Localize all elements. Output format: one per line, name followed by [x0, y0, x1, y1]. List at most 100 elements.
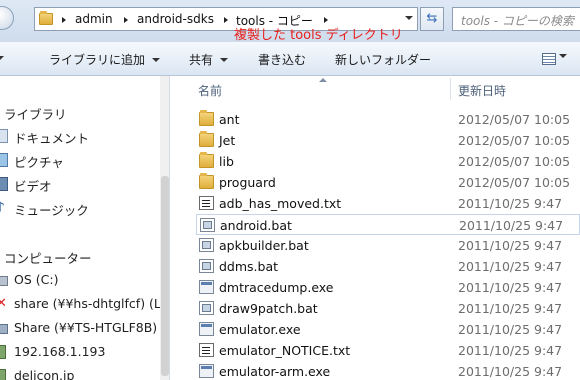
file-row[interactable]: draw9patch.bat 2011/10/25 9:47	[196, 298, 580, 319]
nav-scrollbar-thumb[interactable]	[161, 176, 169, 376]
column-header-date[interactable]: 更新日時	[458, 82, 506, 99]
batch-file-icon	[199, 301, 214, 315]
file-name: emulator-arm.exe	[219, 364, 331, 379]
file-modified-date: 2012/05/07 10:05	[458, 154, 571, 169]
nav-item-label: 192.168.1.193	[14, 344, 106, 359]
file-list-pane: 名前 更新日時 ant 2012/05/07 10:05 Jet 2012/05/07…	[170, 76, 580, 380]
breadcrumb-admin[interactable]: admin	[75, 12, 113, 26]
file-name: dmtracedump.exe	[219, 280, 334, 295]
add-to-library-label: ライブラリに追加	[49, 53, 146, 67]
file-modified-date: 2012/05/07 10:05	[458, 175, 571, 190]
file-row[interactable]: ddms.bat 2011/10/25 9:47	[196, 256, 580, 277]
chevron-down-icon	[559, 54, 567, 58]
breadcrumb-separator-icon[interactable]	[124, 17, 128, 23]
search-placeholder: tools - コピーの検索	[461, 14, 574, 28]
file-modified-date: 2011/10/25 9:47	[459, 218, 564, 233]
nav-scrollbar[interactable]	[160, 76, 169, 380]
file-name: emulator_NOTICE.txt	[219, 343, 351, 358]
file-row[interactable]: ant 2012/05/07 10:05	[196, 109, 580, 130]
address-bar-row: admin android-sdks tools - コピー ⇆ tools -…	[0, 0, 580, 43]
file-row[interactable]: emulator-arm.exe 2011/10/25 9:47	[196, 361, 580, 380]
nav-item-label: OS (C:)	[14, 272, 59, 287]
file-name: adb_has_moved.txt	[219, 196, 342, 211]
pictures-icon	[0, 153, 8, 167]
sort-ascending-icon	[319, 78, 327, 82]
file-modified-date: 2011/10/25 9:47	[458, 259, 563, 274]
file-row[interactable]: dmtracedump.exe 2011/10/25 9:47	[196, 277, 580, 298]
chevron-down-icon	[152, 58, 161, 62]
search-box[interactable]: tools - コピーの検索	[452, 7, 580, 31]
network-drive-icon	[0, 324, 8, 334]
back-button[interactable]	[0, 6, 14, 30]
videos-icon	[0, 177, 8, 191]
file-row[interactable]: apkbuilder.bat 2011/10/25 9:47	[196, 235, 580, 256]
file-modified-date: 2011/10/25 9:47	[458, 301, 563, 316]
file-row[interactable]: Jet 2012/05/07 10:05	[196, 130, 580, 151]
nav-item-label: Share (¥¥TS-HTGLF8B) (	[14, 320, 167, 335]
exe-file-icon	[199, 280, 214, 294]
refresh-button[interactable]: ⇆	[420, 7, 444, 31]
file-modified-date: 2011/10/25 9:47	[458, 280, 563, 295]
nav-item-label: delicon.jp	[14, 368, 75, 380]
column-divider[interactable]	[450, 78, 451, 100]
breadcrumb-separator-icon[interactable]	[224, 17, 228, 23]
burn-button[interactable]: 書き込む	[258, 51, 306, 68]
column-header-row: 名前 更新日時	[170, 76, 580, 102]
breadcrumb-android-sdks[interactable]: android-sdks	[137, 12, 214, 26]
file-modified-date: 2011/10/25 9:47	[458, 196, 563, 211]
hard-drive-icon	[0, 276, 8, 286]
file-row[interactable]: adb_has_moved.txt 2011/10/25 9:47	[196, 193, 580, 214]
breadcrumb-separator-icon[interactable]	[62, 17, 66, 23]
add-to-library-button[interactable]: ライブラリに追加	[49, 51, 161, 68]
folder-icon	[199, 173, 214, 189]
nav-item-label: ミュージック	[14, 203, 89, 218]
command-toolbar: ライブラリに追加 共有 書き込む 新しいフォルダー	[0, 42, 580, 76]
file-name: android.bat	[220, 218, 292, 233]
folder-icon	[199, 131, 214, 147]
new-folder-button[interactable]: 新しいフォルダー	[335, 51, 431, 68]
column-header-name[interactable]: 名前	[198, 82, 222, 99]
documents-icon	[0, 129, 8, 143]
nav-computer-label: コンピューター	[4, 251, 92, 266]
nav-item-label: ビデオ	[14, 179, 52, 194]
file-name: proguard	[219, 175, 276, 190]
file-row[interactable]: proguard 2012/05/07 10:05	[196, 172, 580, 193]
file-modified-date: 2011/10/25 9:47	[458, 343, 563, 358]
organize-caret-icon[interactable]	[0, 51, 4, 65]
file-row[interactable]: emulator_NOTICE.txt 2011/10/25 9:47	[196, 340, 580, 361]
navigation-pane: ライブラリ ドキュメント ピクチャ ビデオ ♪ ミュージック コンピューター O…	[0, 76, 170, 380]
nav-libraries-label: ライブラリ	[4, 107, 67, 122]
view-options-button[interactable]	[540, 51, 570, 67]
nav-item-label: share (¥¥hs-dhtglfcf) (L:)	[14, 296, 170, 311]
folder-icon	[199, 152, 214, 168]
batch-file-icon	[199, 259, 214, 273]
share-button[interactable]: 共有	[189, 51, 229, 68]
address-dropdown-icon[interactable]	[405, 16, 413, 20]
file-name: draw9patch.bat	[219, 301, 318, 316]
view-grid-icon	[542, 53, 556, 65]
chevron-down-icon	[220, 58, 229, 62]
file-row[interactable]: lib 2012/05/07 10:05	[196, 151, 580, 172]
nav-item-label: ピクチャ	[14, 155, 64, 170]
file-row[interactable]: emulator.exe 2011/10/25 9:47	[196, 319, 580, 340]
file-name: ant	[219, 112, 240, 127]
exe-file-icon	[199, 364, 214, 378]
folder-icon	[199, 110, 214, 126]
network-icon	[0, 369, 6, 380]
share-label: 共有	[189, 53, 214, 67]
file-modified-date: 2012/05/07 10:05	[458, 112, 571, 127]
text-file-icon	[199, 343, 214, 357]
file-modified-date: 2011/10/25 9:47	[458, 238, 563, 253]
file-name: apkbuilder.bat	[219, 238, 309, 253]
disconnected-drive-icon: ✕	[0, 297, 8, 311]
folder-icon	[39, 11, 53, 25]
file-row[interactable]: android.bat 2011/10/25 9:47	[196, 214, 580, 235]
batch-file-icon	[199, 238, 214, 252]
file-modified-date: 2011/10/25 9:47	[458, 322, 563, 337]
breadcrumb-separator-icon[interactable]	[324, 17, 328, 23]
music-icon: ♪	[0, 201, 8, 215]
annotation-text: 複製した tools ディレクトリ	[234, 28, 403, 43]
file-name: ddms.bat	[219, 259, 279, 274]
text-file-icon	[199, 196, 214, 210]
refresh-icon: ⇆	[426, 11, 438, 26]
